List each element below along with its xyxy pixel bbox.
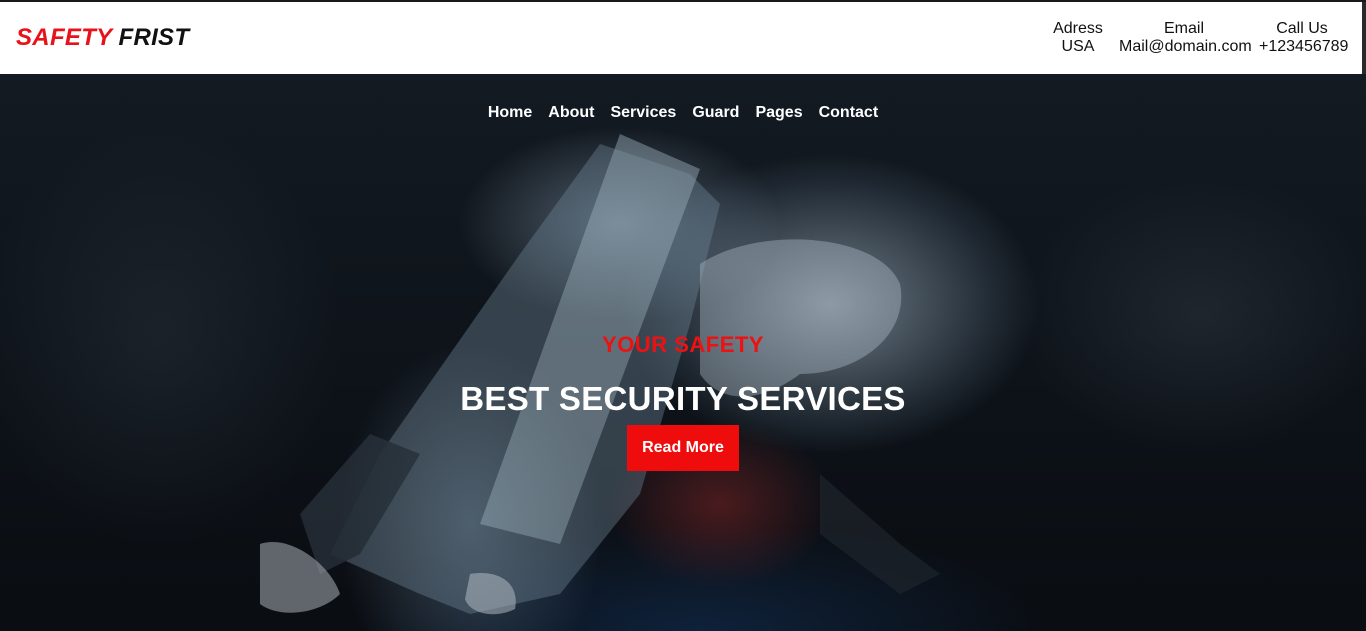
hero-subtitle: YOUR SAFETY [602,332,764,357]
contact-phone-label: Call Us [1276,20,1328,37]
nav-home[interactable]: Home [488,104,532,122]
nav-services[interactable]: Services [610,104,676,122]
contact-address-label: Adress [1053,20,1103,37]
contact-email-label: Email [1163,20,1204,37]
nav-guard[interactable]: Guard [692,104,739,122]
contact-phone: Call Us +123456789 [1254,20,1350,56]
brand-logo[interactable]: SAFETY FRIST [16,24,189,52]
header-scroll-edge [1362,2,1366,74]
contact-phone-value[interactable]: +123456789 [1259,38,1348,56]
contact-address-value: USA [1061,38,1095,55]
read-more-button[interactable]: Read More [627,425,739,471]
hero-section: Home About Services Guard Pages Contact … [0,74,1366,631]
contact-email: Email Mail@domain.com [1114,20,1254,56]
contact-info: Adress USA Email Mail@domain.com Call Us… [1042,20,1350,56]
brand-word-safety: SAFETY [16,24,113,51]
hero-title: BEST SECURITY SERVICES [460,380,906,417]
contact-email-value[interactable]: Mail@domain.com [1119,38,1252,56]
nav-pages[interactable]: Pages [755,104,802,122]
nav-contact[interactable]: Contact [819,104,879,122]
site-header: SAFETY FRIST Adress USA Email Mail@domain… [0,2,1362,74]
contact-address: Adress USA [1042,20,1114,56]
main-nav: Home About Services Guard Pages Contact [0,104,1366,122]
brand-word-frist: FRIST [118,24,190,51]
nav-about[interactable]: About [548,104,594,122]
